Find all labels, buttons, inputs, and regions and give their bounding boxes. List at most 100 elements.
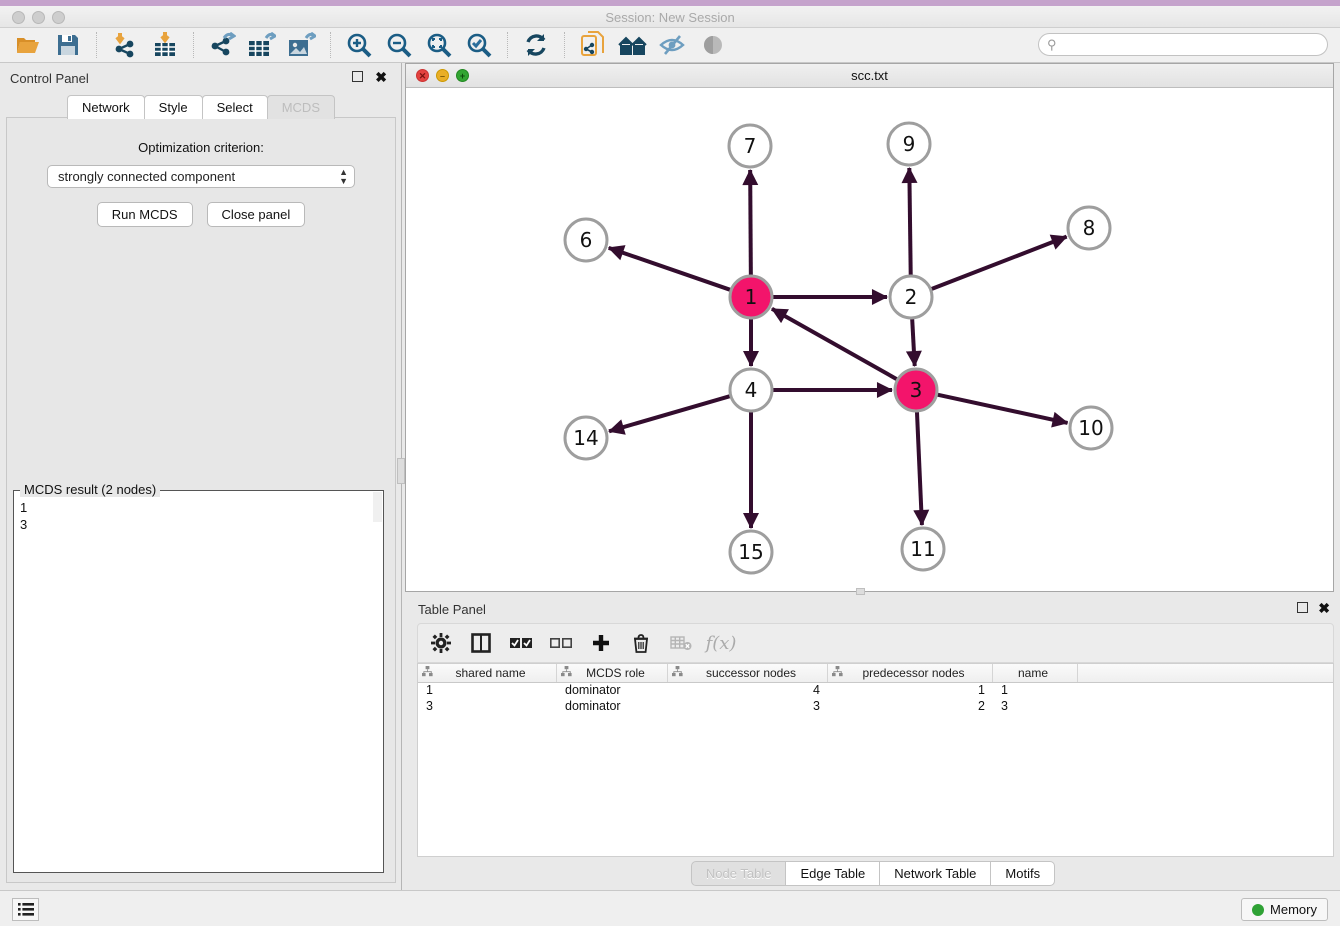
node-15[interactable]: 15: [730, 531, 772, 573]
table-cell[interactable]: 1: [993, 683, 1078, 699]
node-label: 11: [910, 537, 935, 561]
zoom-selected-icon[interactable]: [459, 31, 499, 59]
save-session-icon[interactable]: [48, 31, 88, 59]
panel-splitter-grip[interactable]: [397, 458, 405, 484]
edge-2-8[interactable]: [932, 237, 1067, 289]
node-label: 14: [573, 426, 598, 450]
criterion-select[interactable]: strongly connected component ▲▼: [47, 165, 355, 188]
table-cell[interactable]: 2: [828, 699, 993, 715]
edge-3-10[interactable]: [937, 395, 1067, 423]
zoom-fit-icon[interactable]: [419, 31, 459, 59]
control-tab-mcds[interactable]: MCDS: [267, 95, 335, 119]
search-box[interactable]: ⚲: [1038, 33, 1328, 56]
network-canvas[interactable]: 1 2 3 4 6 7 8 9 10 11 14 15: [406, 88, 1333, 591]
first-neighbors-icon[interactable]: [613, 31, 653, 59]
edge-3-1[interactable]: [772, 309, 897, 379]
zoom-out-icon[interactable]: [379, 31, 419, 59]
node-14[interactable]: 14: [565, 417, 607, 459]
horizontal-splitter-grip[interactable]: [856, 588, 865, 595]
table-cell[interactable]: 1: [418, 683, 557, 699]
table-cell[interactable]: 1: [828, 683, 993, 699]
control-panel-close-icon[interactable]: ✖: [375, 69, 387, 86]
hide-selected-icon[interactable]: [653, 31, 693, 59]
tab-node-table[interactable]: Node Table: [691, 861, 787, 886]
control-panel-tabs: NetworkStyleSelectMCDS: [0, 95, 401, 119]
control-panel-maximize-icon[interactable]: [352, 71, 363, 82]
task-history-button[interactable]: [12, 898, 39, 921]
node-label: 7: [744, 134, 757, 158]
search-icon: ⚲: [1047, 37, 1057, 53]
table-panel-close-icon[interactable]: ✖: [1318, 600, 1330, 617]
column-visibility-icon[interactable]: [468, 630, 494, 656]
refresh-layout-icon[interactable]: [516, 31, 556, 59]
table-row[interactable]: 1dominator411: [418, 683, 1333, 699]
column-header-predecessor-nodes[interactable]: predecessor nodes: [828, 664, 993, 682]
column-header-shared-name[interactable]: shared name: [418, 664, 557, 682]
node-3[interactable]: 3: [895, 369, 937, 411]
app-titlebar: Session: New Session: [0, 6, 1340, 28]
run-mcds-button[interactable]: Run MCDS: [97, 202, 193, 227]
delete-table-icon[interactable]: [668, 630, 694, 656]
node-label: 3: [910, 378, 923, 402]
control-tab-style[interactable]: Style: [144, 95, 203, 119]
search-input[interactable]: [1057, 38, 1327, 52]
table-settings-icon[interactable]: [428, 630, 454, 656]
edge-4-14[interactable]: [609, 396, 730, 431]
column-header-successor-nodes[interactable]: successor nodes: [668, 664, 828, 682]
tab-network-table[interactable]: Network Table: [879, 861, 991, 886]
result-scrollbar[interactable]: [373, 492, 382, 522]
edge-1-7[interactable]: [750, 170, 751, 275]
select-all-rows-icon[interactable]: [508, 630, 534, 656]
node-10[interactable]: 10: [1070, 407, 1112, 449]
export-image-icon[interactable]: [282, 31, 322, 59]
edge-2-9[interactable]: [909, 168, 910, 275]
table-cell[interactable]: 3: [668, 699, 828, 715]
memory-label: Memory: [1270, 902, 1317, 917]
memory-status-icon: [1252, 904, 1264, 916]
node-2[interactable]: 2: [890, 276, 932, 318]
zoom-in-icon[interactable]: [339, 31, 379, 59]
column-header-label: shared name: [433, 666, 556, 680]
edge-2-3[interactable]: [912, 319, 915, 366]
table-row[interactable]: 3dominator323: [418, 699, 1333, 715]
node-1[interactable]: 1: [730, 276, 772, 318]
mcds-result-list[interactable]: 13: [14, 491, 383, 541]
node-9[interactable]: 9: [888, 123, 930, 165]
node-8[interactable]: 8: [1068, 207, 1110, 249]
table-cell[interactable]: 3: [993, 699, 1078, 715]
table-cell[interactable]: 3: [418, 699, 557, 715]
show-all-icon[interactable]: [693, 31, 733, 59]
export-table-icon[interactable]: [242, 31, 282, 59]
import-table-icon[interactable]: [145, 31, 185, 59]
table-cell[interactable]: 4: [668, 683, 828, 699]
node-6[interactable]: 6: [565, 219, 607, 261]
column-header-MCDS-role[interactable]: MCDS role: [557, 664, 668, 682]
add-column-icon[interactable]: [588, 630, 614, 656]
edge-1-6[interactable]: [609, 248, 731, 290]
open-session-icon[interactable]: [8, 31, 48, 59]
control-tab-network[interactable]: Network: [67, 95, 145, 119]
function-builder-icon[interactable]: f(x): [708, 630, 734, 656]
clone-network-icon[interactable]: [573, 31, 613, 59]
table-cell[interactable]: dominator: [557, 683, 668, 699]
tab-edge-table[interactable]: Edge Table: [785, 861, 880, 886]
close-panel-button[interactable]: Close panel: [207, 202, 306, 227]
export-network-icon[interactable]: [202, 31, 242, 59]
network-graph[interactable]: 1 2 3 4 6 7 8 9 10 11 14 15: [406, 88, 1333, 591]
mcds-result-title: MCDS result (2 nodes): [20, 482, 160, 497]
tab-motifs[interactable]: Motifs: [990, 861, 1055, 886]
mcds-result-item: 3: [20, 516, 377, 533]
edge-3-11[interactable]: [917, 412, 922, 525]
delete-column-icon[interactable]: [628, 630, 654, 656]
import-network-icon[interactable]: [105, 31, 145, 59]
network-window-titlebar[interactable]: ✕ – + scc.txt: [406, 64, 1333, 88]
node-4[interactable]: 4: [730, 369, 772, 411]
table-panel-maximize-icon[interactable]: [1297, 602, 1308, 613]
node-7[interactable]: 7: [729, 125, 771, 167]
table-cell[interactable]: dominator: [557, 699, 668, 715]
column-header-name[interactable]: name: [993, 664, 1078, 682]
memory-button[interactable]: Memory: [1241, 898, 1328, 921]
deselect-all-rows-icon[interactable]: [548, 630, 574, 656]
control-tab-select[interactable]: Select: [202, 95, 268, 119]
node-11[interactable]: 11: [902, 528, 944, 570]
